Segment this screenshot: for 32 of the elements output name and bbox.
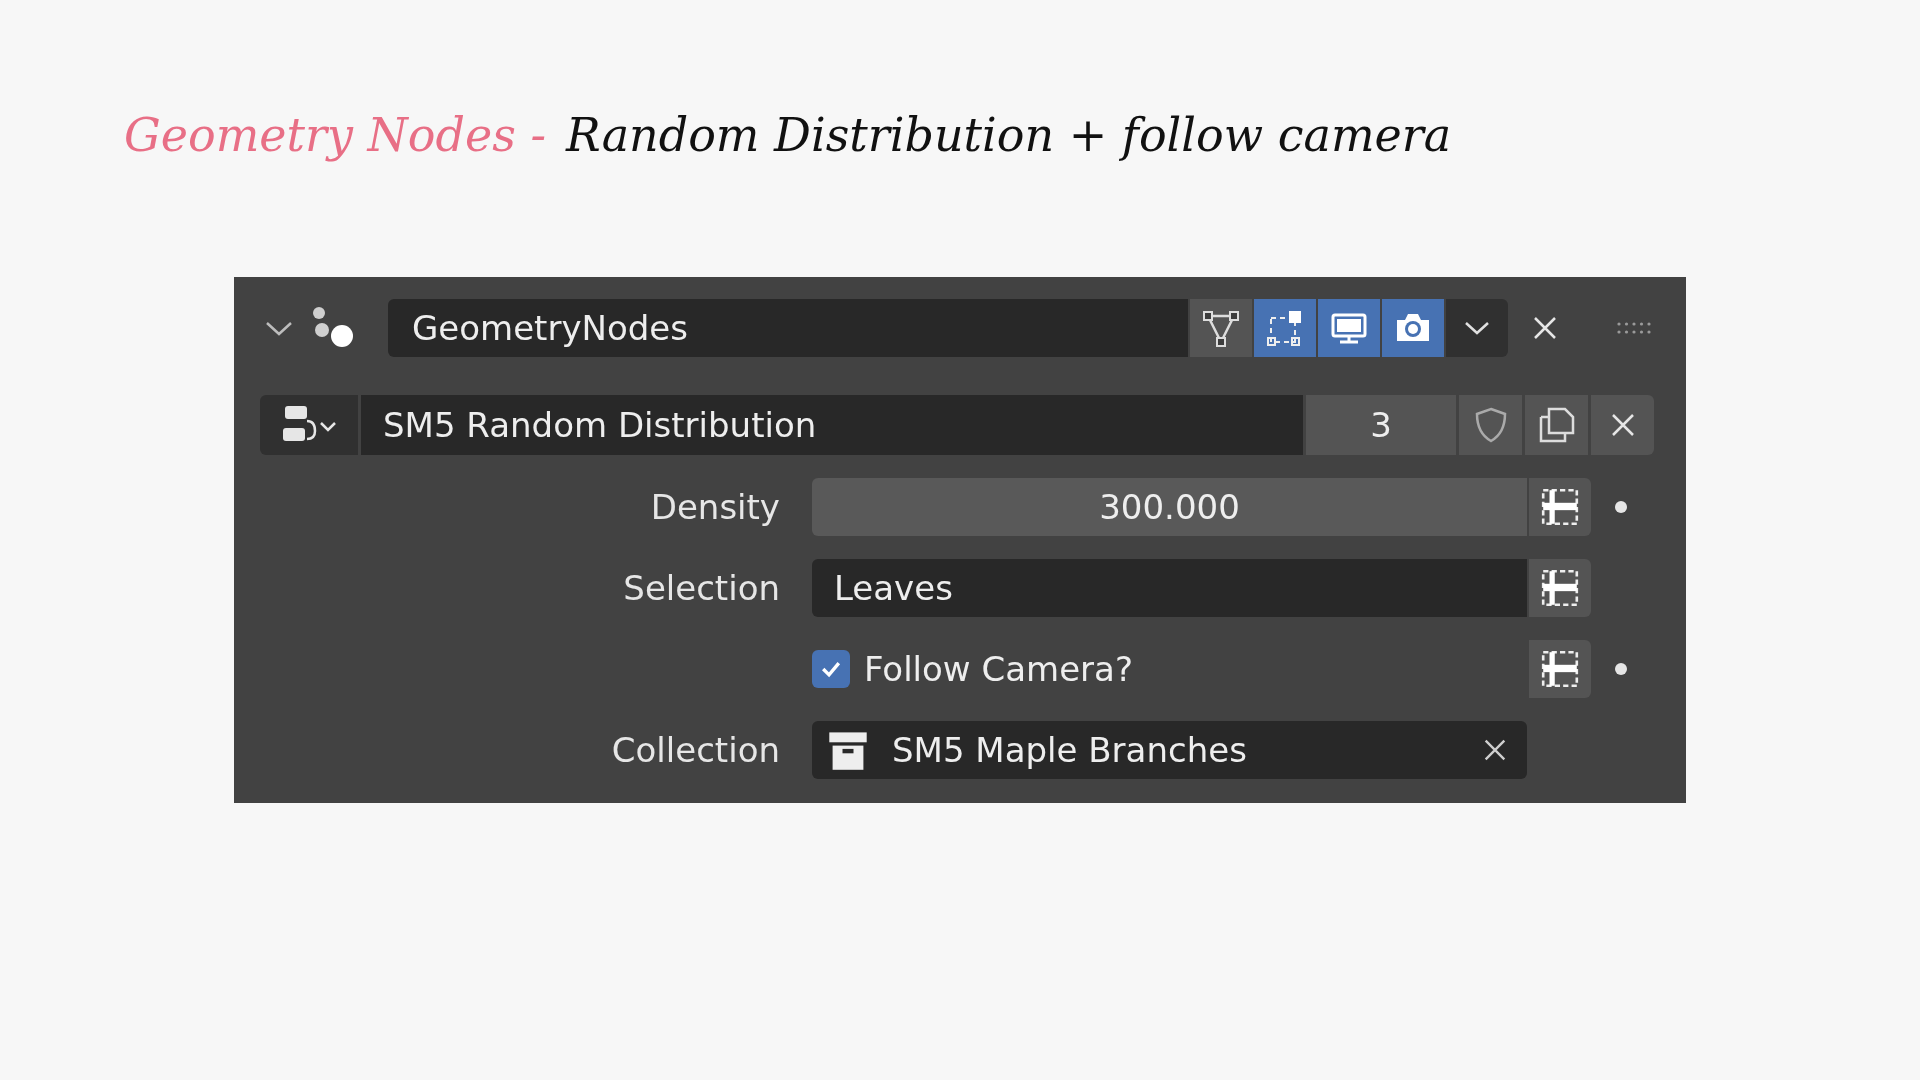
property-label: Collection (611, 730, 780, 770)
input-attribute-toggle[interactable] (1529, 478, 1591, 536)
checkbox-label[interactable]: Follow Camera? (864, 649, 1133, 689)
fake-user-button[interactable] (1459, 395, 1522, 455)
keyframe-dot-icon[interactable] (1615, 501, 1627, 513)
attribute-icon (1539, 648, 1581, 690)
collection-field[interactable]: SM5 Maple Branches (812, 721, 1527, 779)
attribute-icon (1539, 486, 1581, 528)
editmode-toggle[interactable] (1254, 299, 1316, 357)
render-toggle[interactable] (1382, 299, 1444, 357)
drag-handle-icon[interactable] (1616, 321, 1652, 335)
property-label: Selection (623, 568, 780, 608)
attribute-icon (1539, 567, 1581, 609)
dropdown-button[interactable] (1446, 299, 1508, 357)
node-group-name-field[interactable]: SM5 Random Distribution (361, 395, 1303, 455)
input-attribute-toggle[interactable] (1529, 559, 1591, 617)
property-label: Density (650, 487, 780, 527)
duplicate-button[interactable] (1525, 395, 1588, 455)
slide-title: Random Distribution + follow camera (566, 108, 1452, 164)
unlink-button[interactable] (1591, 395, 1654, 455)
checkbox[interactable] (812, 650, 850, 688)
input-attribute-toggle[interactable] (1529, 640, 1591, 698)
node-group-selector[interactable] (260, 395, 358, 455)
triangle-vertices-icon (1201, 308, 1241, 348)
modifier-name-field[interactable]: GeometryNodes (388, 299, 1188, 357)
slide-title-accent: Geometry Nodes - (124, 108, 546, 164)
user-count[interactable]: 3 (1306, 395, 1456, 455)
viewport-toggle[interactable] (1318, 299, 1380, 357)
number-field[interactable]: 300.000 (812, 478, 1527, 536)
cage-toggle[interactable] (1190, 299, 1252, 357)
attribute-field[interactable]: Leaves (812, 559, 1527, 617)
keyframe-dot-icon[interactable] (1615, 663, 1627, 675)
